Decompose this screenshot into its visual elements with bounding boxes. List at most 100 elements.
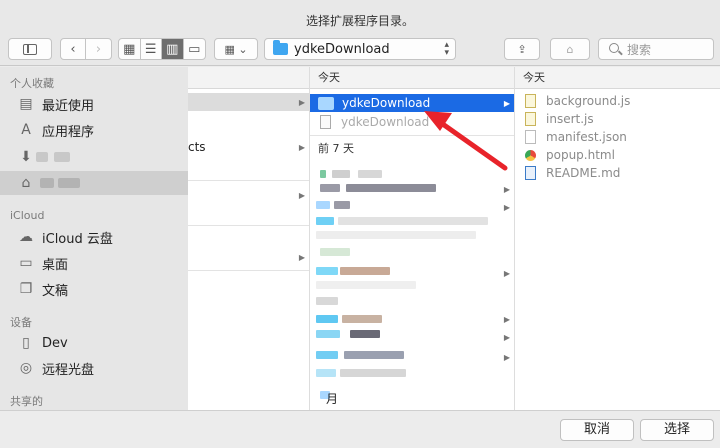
sidebar-section-icloud: iCloud [10, 209, 45, 222]
toolbar: ‹ › ▦ ☰ ▥ ▭ ▦ ⌄ ydkeDownload ▴ ▾ ⇪ ⌂ 搜索 [0, 36, 720, 66]
sidebar-item-downloads[interactable]: ⬇ [0, 145, 188, 169]
redacted-row [344, 351, 404, 359]
chevron-left-icon: ‹ [70, 41, 76, 57]
sidebar-item-desktop[interactable]: ▭ 桌面 [0, 251, 188, 275]
computer-icon: ▯ [22, 335, 30, 351]
sidebar-item-label: 最近使用 [42, 98, 95, 114]
group-by-button[interactable]: ▦ ⌄ [214, 38, 258, 60]
redacted-row [316, 330, 340, 338]
markdown-file-icon [525, 166, 536, 180]
folder-icon [273, 40, 288, 55]
js-file-icon [525, 112, 536, 126]
list-item[interactable]: cts ▶ [188, 138, 309, 156]
redacted-row [316, 231, 476, 239]
column-header [188, 67, 309, 89]
search-field[interactable]: 搜索 [598, 38, 714, 60]
list-icon: ☰ [144, 41, 157, 57]
share-icon: ⇪ [517, 42, 527, 56]
file-row[interactable]: manifest.json [515, 128, 720, 146]
sidebar-item-dev[interactable]: ▯ Dev [0, 331, 188, 355]
list-item[interactable]: 月 [310, 389, 514, 407]
file-row[interactable]: ydkeDownload [310, 113, 514, 131]
redacted-row [316, 297, 338, 305]
window-title: 选择扩展程序目录。 [305, 14, 414, 28]
file-row[interactable]: popup.html [515, 146, 720, 164]
sidebar-item-remote-disc[interactable]: ◎ 远程光盘 [0, 356, 188, 380]
gallery-view-button[interactable]: ▭ [184, 39, 205, 59]
cancel-button[interactable]: 取消 [560, 419, 634, 441]
chevron-right-icon: › [95, 41, 102, 57]
divider [188, 180, 309, 181]
recents-icon: ▤ [19, 96, 33, 112]
search-placeholder: 搜索 [627, 42, 652, 57]
sidebar-item-label: 文稿 [42, 283, 69, 299]
chevron-right-icon: ▶ [298, 142, 305, 152]
redacted-row [316, 267, 338, 275]
redacted-row [316, 369, 336, 377]
chevron-right-icon: ▶ [298, 97, 305, 107]
redacted-row [316, 281, 416, 289]
redacted-row [316, 315, 338, 323]
redacted-label [40, 178, 54, 188]
file-row[interactable]: README.md [515, 164, 720, 182]
redacted-row [332, 170, 350, 178]
path-selector[interactable]: ydkeDownload ▴ ▾ [264, 38, 456, 60]
redacted-row [316, 217, 334, 225]
chevron-right-icon: ▶ [503, 333, 510, 342]
redacted-row [346, 184, 436, 192]
column-view-button[interactable]: ▥ [162, 39, 184, 59]
html-file-icon [525, 149, 536, 161]
redacted-row [358, 170, 382, 178]
forward-button[interactable]: › [86, 39, 111, 59]
sidebar-item-recents[interactable]: ▤ 最近使用 [0, 92, 188, 116]
list-item-label: 月 [326, 391, 339, 406]
folder-icon [318, 96, 334, 110]
list-item[interactable]: ▶ [188, 186, 309, 204]
column-files: 今天 background.js insert.js manifest.json… [515, 67, 720, 410]
sidebar-item-icloud-drive[interactable]: ☁ iCloud 云盘 [0, 225, 188, 249]
file-label: manifest.json [546, 130, 627, 144]
list-view-button[interactable]: ☰ [141, 39, 162, 59]
sidebar-item-home[interactable]: ⌂ [0, 171, 188, 195]
chevron-right-icon: ▶ [503, 98, 510, 108]
sidebar-item-label: 桌面 [42, 257, 69, 273]
download-icon: ⬇ [20, 149, 32, 165]
icon-view-button[interactable]: ▦ [119, 39, 141, 59]
file-row[interactable]: background.js [515, 92, 720, 110]
sidebar-item-label: Dev [42, 335, 68, 351]
choose-button[interactable]: 选择 [640, 419, 714, 441]
sidebar-item-applications[interactable]: A 应用程序 [0, 118, 188, 142]
folder-label: ydkeDownload [342, 96, 431, 110]
divider [188, 270, 309, 271]
title-bar: 选择扩展程序目录。 [0, 0, 720, 36]
path-selector-label: ydkeDownload [294, 41, 390, 57]
chevron-right-icon: ▶ [298, 252, 305, 262]
section-header-7days: 前 7 天 [318, 142, 354, 155]
chevron-right-icon: ▶ [298, 190, 305, 200]
sidebar-item-documents[interactable]: ❐ 文稿 [0, 277, 188, 301]
list-item[interactable]: ▶ [188, 248, 309, 266]
file-row[interactable]: insert.js [515, 110, 720, 128]
sidebar-item-label: 应用程序 [42, 124, 95, 140]
updown-arrows-icon: ▴ ▾ [444, 40, 449, 58]
share-button[interactable]: ⇪ [504, 38, 540, 60]
view-mode-control: ▦ ☰ ▥ ▭ [118, 38, 206, 60]
folder-row-selected[interactable]: ydkeDownload ▶ [310, 94, 514, 112]
js-file-icon [525, 94, 536, 108]
column-home: ▶ cts ▶ ▶ ▶ [188, 67, 310, 410]
tags-button[interactable]: ⌂ [550, 38, 590, 60]
column-browser: ▶ cts ▶ ▶ ▶ 今天 ydkeDownload ▶ ydkeDownlo… [188, 67, 720, 410]
sidebar-section-favorites: 个人收藏 [10, 77, 54, 90]
redacted-row [320, 184, 340, 192]
list-item[interactable]: ▶ [188, 93, 309, 111]
back-forward-control: ‹ › [60, 38, 112, 60]
back-button[interactable]: ‹ [61, 39, 87, 59]
disc-icon: ◎ [19, 360, 33, 376]
chevron-right-icon: ▶ [503, 269, 510, 278]
redacted-label [36, 152, 48, 162]
sidebar-toggle-button[interactable] [8, 38, 52, 60]
dialog-footer: 取消 选择 [0, 410, 720, 448]
column-header: 今天 [515, 67, 720, 89]
document-icon: ❐ [19, 281, 33, 297]
column-folders: 今天 ydkeDownload ▶ ydkeDownload 前 7 天 月 ▶… [310, 67, 515, 410]
